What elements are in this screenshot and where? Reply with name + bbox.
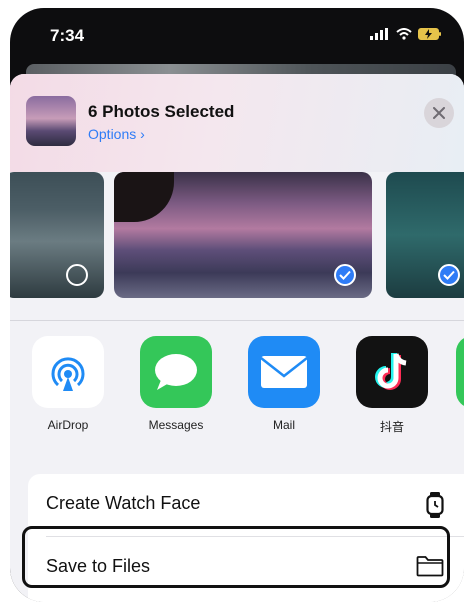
- section-divider: [10, 320, 464, 321]
- unselected-circle-icon[interactable]: [66, 264, 88, 286]
- mail-icon: [248, 336, 320, 408]
- share-sheet: 6 Photos Selected Options › AirDrop Mess…: [10, 74, 464, 602]
- wifi-icon: [396, 28, 412, 40]
- chevron-right-icon: ›: [140, 126, 145, 142]
- signal-icon: [370, 28, 388, 40]
- app-douyin[interactable]: 抖音: [350, 336, 434, 435]
- save-to-files-highlight: [22, 526, 450, 588]
- app-messages[interactable]: Messages: [134, 336, 218, 432]
- share-header: 6 Photos Selected Options ›: [10, 74, 464, 172]
- app-airdrop[interactable]: AirDrop: [26, 336, 110, 432]
- options-label: Options: [88, 126, 137, 142]
- battery-charging-icon: [418, 28, 441, 40]
- photo-item[interactable]: [10, 172, 104, 298]
- app-share-row: AirDrop Messages Mail 抖音: [10, 336, 464, 446]
- photo-item[interactable]: [114, 172, 372, 298]
- watch-icon: [426, 492, 444, 518]
- phone-screen: 7:34 6 Photos Selected Options › AirDrop…: [10, 8, 464, 602]
- close-button[interactable]: [424, 98, 454, 128]
- app-icon-partial: [456, 336, 464, 408]
- selection-thumbnail: [26, 96, 76, 146]
- douyin-icon: [356, 336, 428, 408]
- airdrop-icon: [32, 336, 104, 408]
- app-mail[interactable]: Mail: [242, 336, 326, 432]
- app-label: Mail: [272, 418, 295, 432]
- photo-carousel[interactable]: [10, 172, 464, 312]
- status-bar: 7:34: [10, 8, 464, 68]
- checkmark-icon[interactable]: [334, 264, 356, 286]
- share-title: 6 Photos Selected: [88, 102, 235, 121]
- close-icon: [433, 107, 445, 119]
- app-label: 抖音: [379, 420, 404, 434]
- action-label: Create Watch Face: [46, 493, 201, 513]
- status-icons: [370, 28, 442, 40]
- app-label: Messages: [148, 418, 204, 432]
- rock-silhouette: [114, 172, 174, 222]
- app-label: AirDrop: [47, 418, 89, 432]
- app-partial[interactable]: [456, 336, 464, 408]
- status-time: 7:34: [50, 26, 85, 45]
- messages-icon: [140, 336, 212, 408]
- options-link[interactable]: Options ›: [88, 126, 145, 142]
- photo-item[interactable]: [386, 172, 464, 298]
- checkmark-icon[interactable]: [438, 264, 460, 286]
